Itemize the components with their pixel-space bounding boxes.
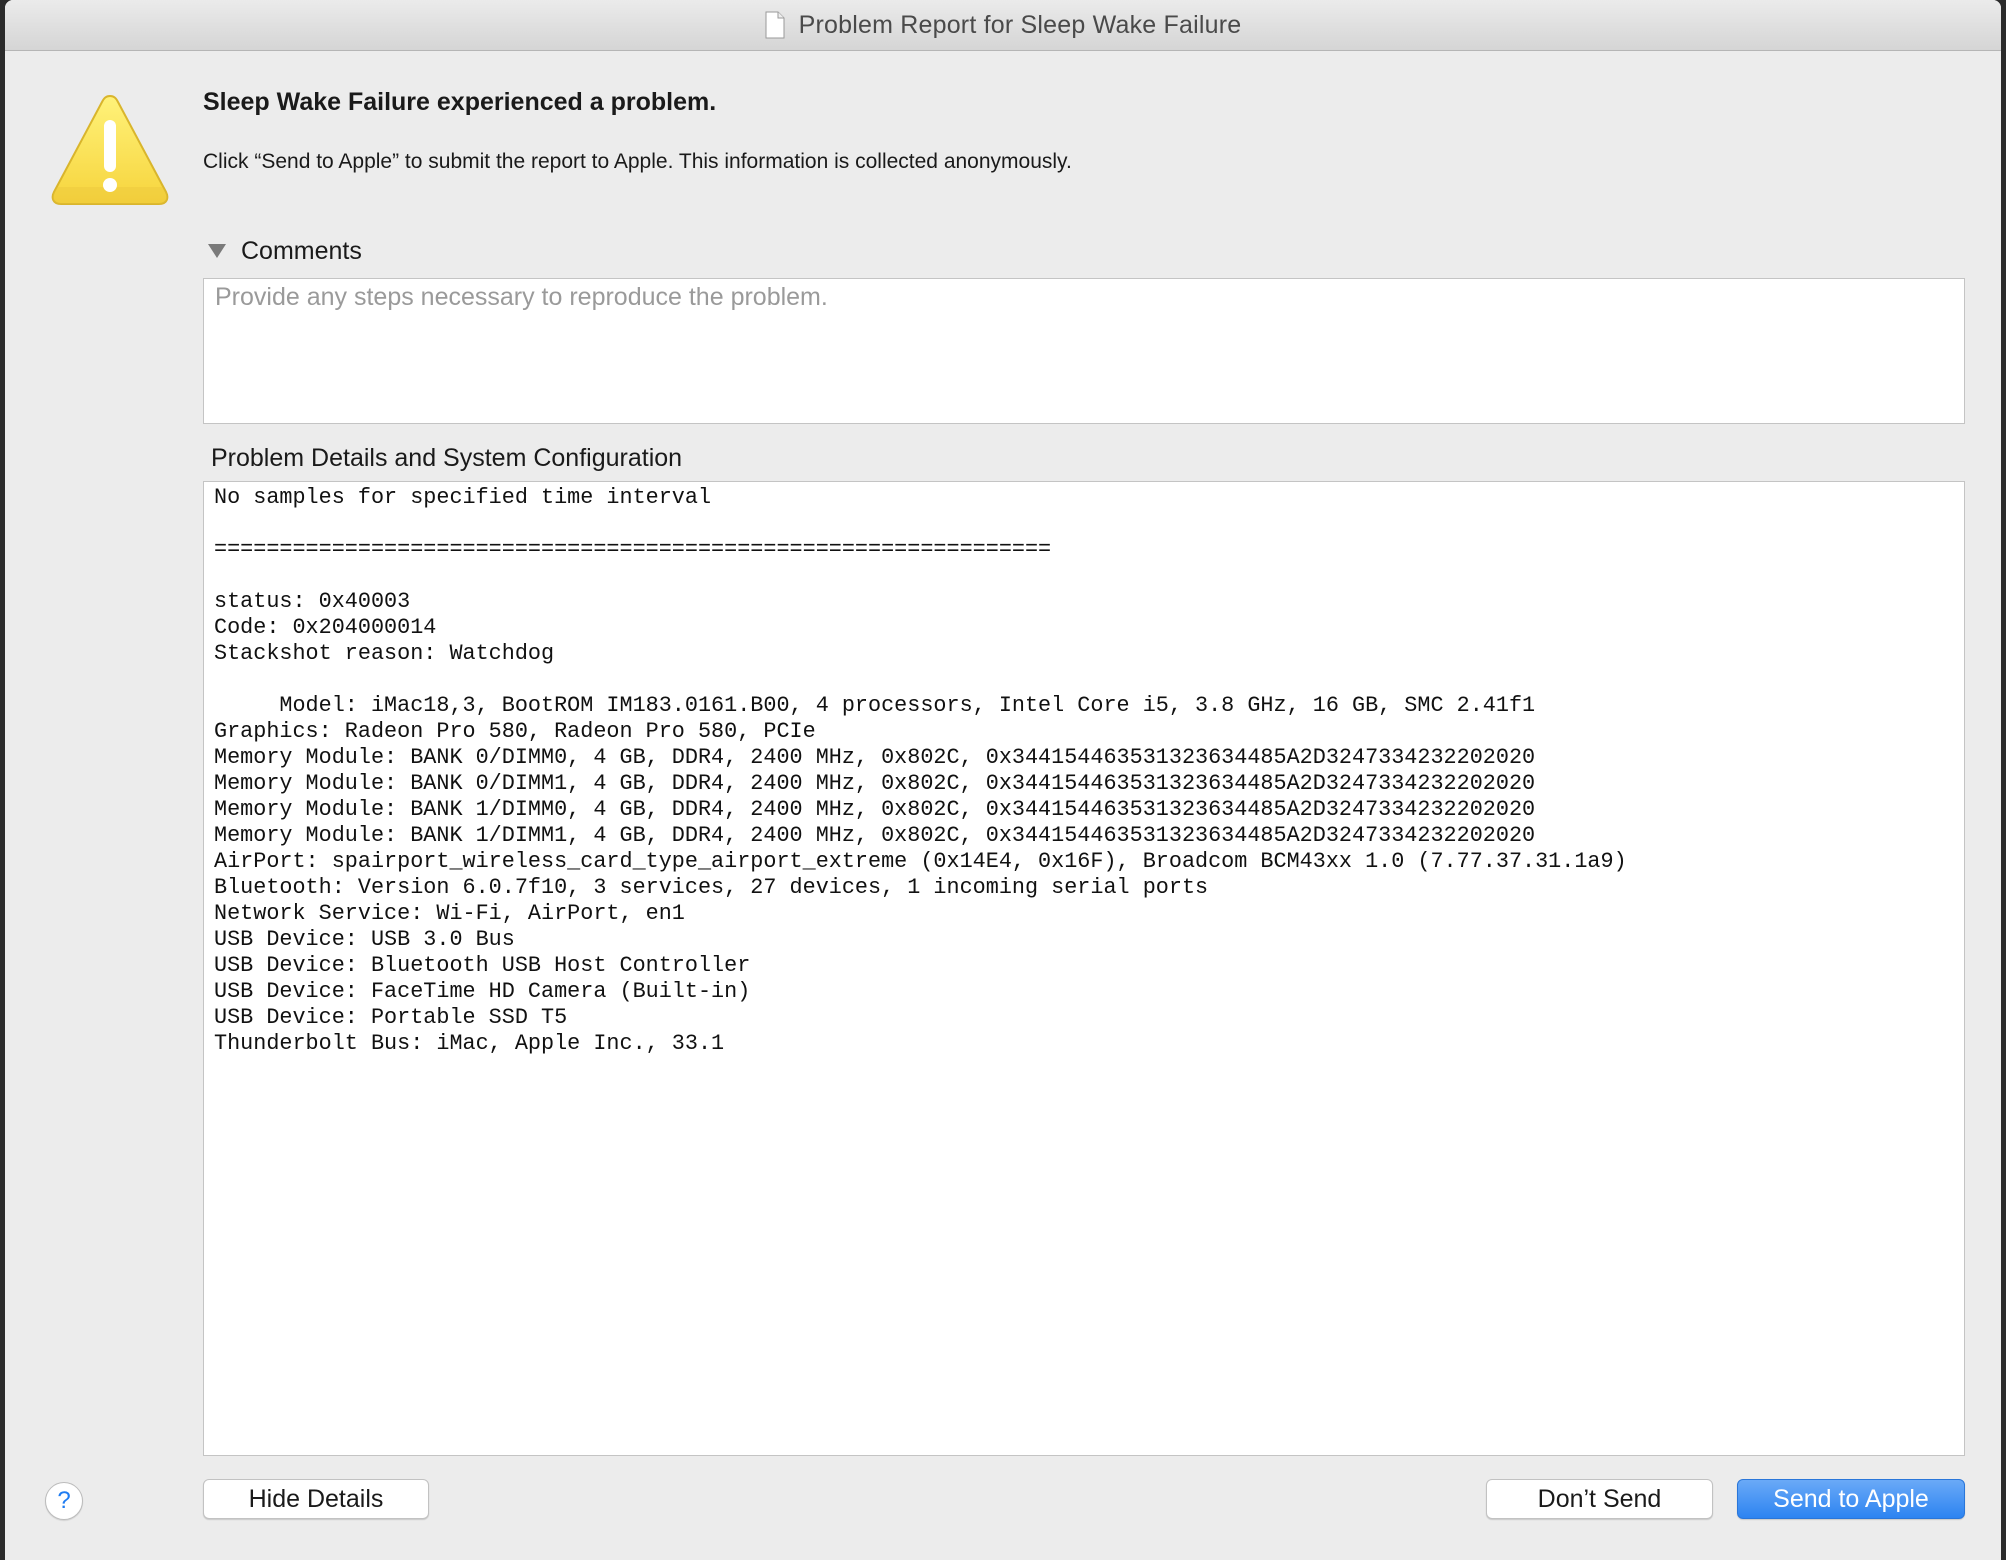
help-icon: ? [57, 1487, 71, 1514]
details-line: Code: 0x204000014 [214, 615, 437, 640]
alert-message: Click “Send to Apple” to submit the repo… [203, 150, 1072, 173]
details-line: Memory Module: BANK 0/DIMM1, 4 GB, DDR4,… [214, 771, 1536, 796]
send-to-apple-button[interactable]: Send to Apple [1737, 1479, 1965, 1519]
details-line: Memory Module: BANK 1/DIMM1, 4 GB, DDR4,… [214, 823, 1536, 848]
details-line: Network Service: Wi-Fi, AirPort, en1 [214, 901, 685, 926]
alert-heading: Sleep Wake Failure experienced a problem… [203, 88, 717, 116]
details-line: USB Device: Bluetooth USB Host Controlle… [214, 953, 751, 978]
details-line: AirPort: spairport_wireless_card_type_ai… [214, 849, 1627, 874]
problem-report-window: Problem Report for Sleep Wake Failure Sl… [5, 0, 2001, 1560]
window-title: Problem Report for Sleep Wake Failure [798, 10, 1242, 39]
comments-field[interactable] [204, 279, 1964, 423]
details-line: Graphics: Radeon Pro 580, Radeon Pro 580… [214, 719, 816, 744]
comments-disclosure[interactable]: Comments [208, 236, 362, 266]
title-group: Problem Report for Sleep Wake Failure [5, 0, 2001, 50]
disclosure-triangle-icon[interactable] [208, 244, 226, 258]
details-line: USB Device: FaceTime HD Camera (Built-in… [214, 979, 751, 1004]
details-line: ========================================… [214, 537, 1052, 562]
details-line: Stackshot reason: Watchdog [214, 641, 555, 666]
document-icon [765, 11, 785, 39]
dont-send-button[interactable]: Don’t Send [1486, 1479, 1713, 1519]
details-line: status: 0x40003 [214, 589, 411, 614]
details-label: Problem Details and System Configuration [211, 444, 683, 472]
hide-details-button[interactable]: Hide Details [203, 1479, 429, 1519]
warning-icon [50, 92, 170, 210]
details-text: No samples for specified time interval =… [204, 482, 1964, 1057]
details-line: No samples for specified time interval [214, 485, 712, 510]
comments-field-container [203, 278, 1965, 424]
help-button[interactable]: ? [45, 1482, 83, 1520]
details-line: USB Device: USB 3.0 Bus [214, 927, 515, 952]
details-line: Bluetooth: Version 6.0.7f10, 3 services,… [214, 875, 1209, 900]
details-line: Memory Module: BANK 1/DIMM0, 4 GB, DDR4,… [214, 797, 1536, 822]
details-line: USB Device: Portable SSD T5 [214, 1005, 568, 1030]
comments-label: Comments [241, 236, 362, 265]
title-bar[interactable]: Problem Report for Sleep Wake Failure [5, 0, 2001, 51]
details-text-view[interactable]: No samples for specified time interval =… [203, 481, 1965, 1456]
details-line: Thunderbolt Bus: iMac, Apple Inc., 33.1 [214, 1031, 725, 1056]
details-line: Memory Module: BANK 0/DIMM0, 4 GB, DDR4,… [214, 745, 1536, 770]
details-line: Model: iMac18,3, BootROM IM183.0161.B00,… [214, 693, 1536, 718]
